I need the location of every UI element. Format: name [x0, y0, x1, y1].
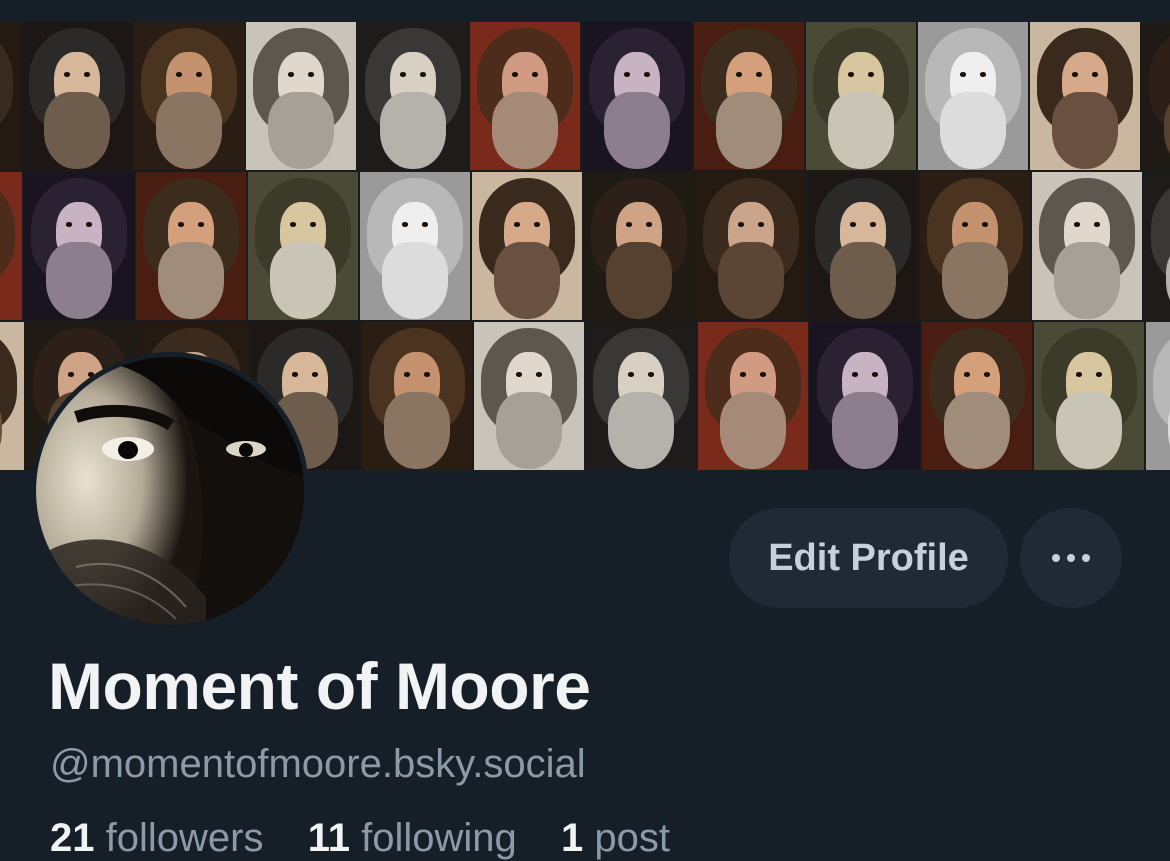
posts-label: post	[594, 816, 671, 860]
more-options-button[interactable]	[1020, 508, 1122, 608]
banner-photo-tile	[808, 172, 918, 320]
avatar[interactable]	[36, 357, 304, 625]
banner-photo-tile	[694, 22, 804, 170]
banner-photo-tile	[1142, 22, 1170, 170]
banner-photo-tile	[360, 172, 470, 320]
banner-photo-tile	[584, 172, 694, 320]
banner-photo-tile	[696, 172, 806, 320]
banner-photo-tile	[246, 22, 356, 170]
banner-photo-tile	[470, 22, 580, 170]
banner-photo-tile	[362, 322, 472, 470]
banner-photo-tile	[0, 22, 20, 170]
banner-photo-tile	[474, 322, 584, 470]
banner-photo-tile	[22, 22, 132, 170]
banner-photo-tile	[0, 322, 24, 470]
profile-stats: 21 followers 11 following 1 post	[50, 816, 670, 861]
banner-photo-tile	[582, 22, 692, 170]
profile-handle: @momentofmoore.bsky.social	[50, 742, 586, 786]
following-label: following	[361, 816, 517, 860]
banner-photo-tile	[248, 172, 358, 320]
banner-photo-tile	[1030, 22, 1140, 170]
followers-stat[interactable]: 21 followers	[50, 816, 275, 860]
banner-photo-tile	[810, 322, 920, 470]
banner-photo-tile	[920, 172, 1030, 320]
more-horizontal-icon	[1052, 554, 1060, 562]
banner-photo-tile	[1032, 172, 1142, 320]
banner-photo-tile	[472, 172, 582, 320]
banner-photo-tile	[358, 22, 468, 170]
edit-profile-button[interactable]: Edit Profile	[729, 508, 1008, 608]
banner-photo-tile	[134, 22, 244, 170]
banner-photo-tile	[1144, 172, 1170, 320]
following-stat[interactable]: 11 following	[308, 816, 528, 860]
followers-label: followers	[105, 816, 264, 860]
banner-photo-tile	[806, 22, 916, 170]
display-name: Moment of Moore	[48, 649, 591, 723]
more-horizontal-icon	[1067, 554, 1075, 562]
avatar-portrait-image	[36, 357, 304, 625]
followers-count: 21	[50, 816, 95, 860]
banner-photo-tile	[136, 172, 246, 320]
status-bar-area	[0, 0, 1170, 22]
following-count: 11	[307, 816, 351, 860]
banner-photo-tile	[698, 322, 808, 470]
banner-photo-tile	[918, 22, 1028, 170]
banner-photo-tile	[922, 322, 1032, 470]
banner-photo-tile	[0, 172, 22, 320]
banner-photo-tile	[24, 172, 134, 320]
banner-photo-tile	[586, 322, 696, 470]
more-horizontal-icon	[1082, 554, 1090, 562]
banner-photo-tile	[1146, 322, 1170, 470]
posts-stat: 1 post	[561, 816, 670, 860]
banner-photo-tile	[1034, 322, 1144, 470]
posts-count: 1	[561, 816, 584, 860]
